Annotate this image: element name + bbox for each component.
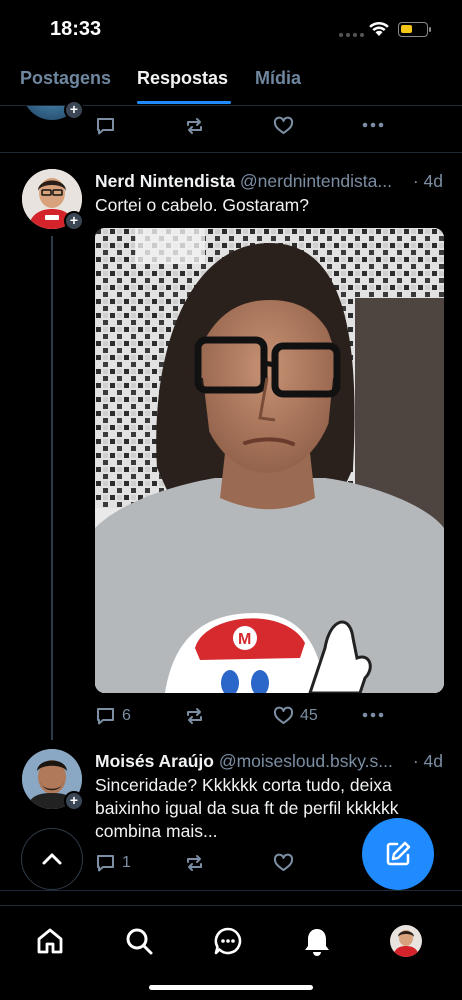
reply-button[interactable]: 6 (95, 706, 131, 726)
nav-home[interactable] (30, 924, 70, 958)
home-indicator (149, 985, 313, 990)
profile-avatar[interactable] (390, 925, 422, 957)
reply-author-handle[interactable]: @moisesloud.bsky.s... (219, 751, 393, 771)
signal-icon (339, 33, 364, 37)
post-timestamp[interactable]: · 4d (413, 171, 443, 192)
like-count: 45 (300, 707, 318, 724)
home-icon (37, 928, 63, 954)
reply-author-name[interactable]: Moisés Araújo (95, 751, 214, 771)
like-icon (273, 853, 294, 871)
reply-icon (97, 708, 114, 725)
like-button[interactable] (273, 853, 294, 873)
wifi-icon (369, 21, 389, 36)
battery-icon (398, 22, 428, 37)
follow-plus-icon[interactable]: + (64, 100, 84, 120)
nav-search[interactable] (119, 924, 159, 958)
tab-midia[interactable]: Mídia (255, 68, 301, 89)
reply-icon[interactable] (95, 116, 116, 136)
tab-respostas[interactable]: Respostas (137, 68, 228, 89)
author-name[interactable]: Nerd Nintendista (95, 171, 235, 191)
tab-postagens[interactable]: Postagens (20, 68, 111, 89)
reply-timestamp[interactable]: · 4d (413, 751, 443, 772)
compose-post-button[interactable] (362, 818, 434, 890)
chevron-up-icon (42, 853, 62, 865)
nav-profile[interactable] (386, 924, 426, 958)
search-icon (126, 928, 153, 955)
reply-icon (97, 855, 114, 872)
repost-icon (187, 708, 202, 724)
previous-post-actions (95, 116, 395, 138)
nav-chat[interactable] (208, 924, 248, 958)
reply-button[interactable]: 1 (95, 853, 131, 873)
more-options-button[interactable] (362, 705, 384, 725)
post-text: Cortei o cabelo. Gostaram? (95, 195, 309, 215)
svg-text:M: M (238, 631, 251, 648)
author-handle[interactable]: @nerdnintendista... (240, 171, 392, 191)
scroll-to-top-button[interactable] (21, 828, 83, 890)
thread-line (51, 236, 53, 740)
reply-count: 1 (122, 854, 131, 871)
repost-icon[interactable] (184, 116, 205, 136)
status-bar: 18:33 (0, 0, 462, 60)
repost-button[interactable] (184, 706, 205, 726)
nav-notifications[interactable] (297, 924, 337, 958)
post-divider (0, 152, 462, 153)
follow-plus-icon[interactable]: + (64, 791, 84, 811)
more-icon[interactable] (362, 115, 384, 135)
battery-cap (429, 27, 431, 32)
compose-icon (386, 841, 411, 866)
like-icon (273, 706, 294, 724)
follow-plus-icon[interactable]: + (64, 211, 84, 231)
like-button[interactable]: 45 (273, 706, 318, 726)
tab-active-indicator (137, 101, 231, 104)
post-image[interactable]: M (95, 228, 444, 693)
post-actions: 6 45 (95, 706, 395, 728)
reply-actions: 1 (95, 853, 395, 875)
like-icon[interactable] (273, 116, 294, 136)
status-time: 18:33 (50, 18, 102, 40)
profile-tabs: Postagens Respostas Mídia (0, 60, 462, 106)
post-header: Nerd Nintendista @nerdnintendista... · 4… (95, 171, 445, 195)
repost-button[interactable] (184, 853, 205, 873)
reply-header: Moisés Araújo @moisesloud.bsky.s... · 4d (95, 751, 445, 775)
notifications-icon (305, 929, 329, 956)
more-icon (362, 712, 384, 718)
chat-icon (214, 927, 242, 955)
post-divider (0, 890, 462, 891)
repost-icon (187, 855, 202, 871)
reply-count: 6 (122, 707, 131, 724)
